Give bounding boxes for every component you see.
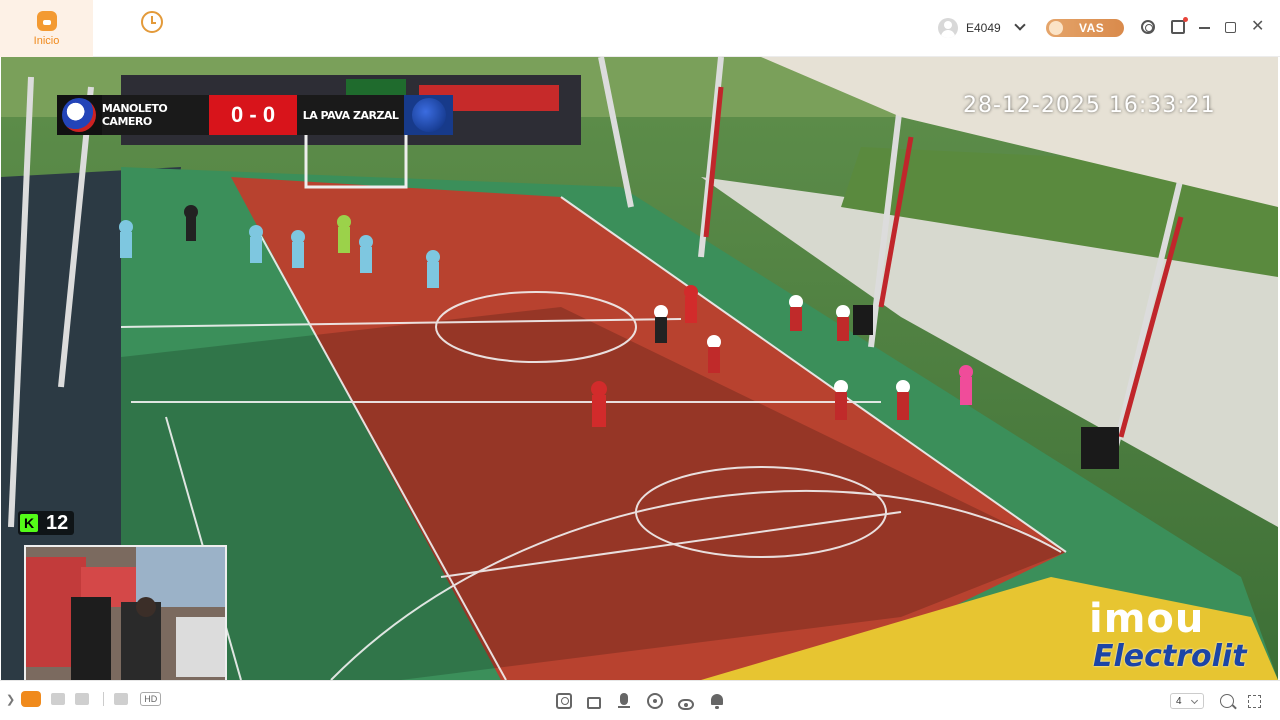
home-icon [36, 11, 57, 31]
home-team-name: MANOLETO CAMERO [101, 95, 210, 135]
electrolit-logo: Electrolit [1093, 639, 1247, 674]
privacy-eye-icon[interactable] [678, 698, 694, 710]
away-team-name: LA PAVA ZARZAL [296, 95, 405, 135]
media-controls [556, 693, 740, 710]
live-video[interactable]: MANOLETO CAMERO 0 - 0 LA PAVA ZARZAL 28-… [1, 57, 1278, 680]
view-controls: 4 [1170, 693, 1261, 709]
camera-timestamp: 28-12-2025 16:33:21 [963, 93, 1216, 118]
snapshot-camera-icon[interactable] [556, 693, 572, 709]
user-menu[interactable]: E4049 [938, 18, 1001, 38]
watermark: imou Electrolit [1089, 597, 1247, 673]
picture-in-picture-video[interactable] [24, 545, 227, 680]
record-video-icon[interactable] [587, 697, 601, 709]
home-team-logo [57, 95, 102, 135]
away-team-logo [404, 95, 453, 135]
split-screen-select[interactable]: 4 [1170, 693, 1204, 709]
zoom-icon[interactable] [1220, 694, 1234, 708]
divider [103, 692, 105, 706]
collapse-arrow-icon[interactable]: ❯ [6, 693, 15, 706]
lock-icon[interactable] [51, 693, 66, 705]
settings-icon[interactable] [1141, 20, 1155, 34]
chevron-down-icon[interactable] [1014, 19, 1026, 31]
top-bar: Inicio E4049 VAS ✕ [0, 0, 1280, 57]
score: 0 - 0 [209, 95, 297, 135]
playback-controls: ❯ HD [6, 691, 162, 707]
app-window: Inicio E4049 VAS ✕ MANOLETO CAMERO 0 - 0… [0, 0, 1280, 720]
delete-icon[interactable] [75, 693, 90, 705]
viewer-count: 12 [46, 511, 69, 534]
nav-home[interactable]: Inicio [0, 0, 93, 57]
vas-coin-icon [1049, 21, 1063, 35]
avatar [938, 18, 958, 38]
bottom-toolbar: ❯ HD 4 [0, 680, 1280, 720]
scoreboard: MANOLETO CAMERO 0 - 0 LA PAVA ZARZAL [57, 95, 453, 135]
minimize-icon[interactable] [1199, 27, 1210, 29]
play-icon[interactable] [21, 691, 42, 707]
pip-scene [26, 547, 225, 680]
message-icon[interactable] [1171, 17, 1188, 34]
close-icon[interactable]: ✕ [1251, 19, 1265, 35]
viewer-count-badge: K 12 [18, 511, 75, 535]
maximize-icon[interactable] [1225, 22, 1236, 33]
fullscreen-icon[interactable] [1248, 694, 1261, 708]
vas-button[interactable]: VAS [1046, 19, 1124, 37]
ptz-control-icon[interactable] [647, 693, 663, 709]
history-clock-icon[interactable] [141, 11, 163, 33]
volume-icon[interactable] [114, 693, 129, 705]
quality-button[interactable]: HD [140, 692, 162, 706]
nav-home-label: Inicio [33, 35, 60, 47]
vas-label: VAS [1079, 21, 1105, 35]
username: E4049 [966, 21, 1001, 35]
microphone-icon[interactable] [616, 693, 632, 709]
alarm-bell-icon[interactable] [709, 693, 725, 709]
imou-logo: imou [1089, 596, 1205, 642]
kick-icon: K [20, 514, 38, 532]
